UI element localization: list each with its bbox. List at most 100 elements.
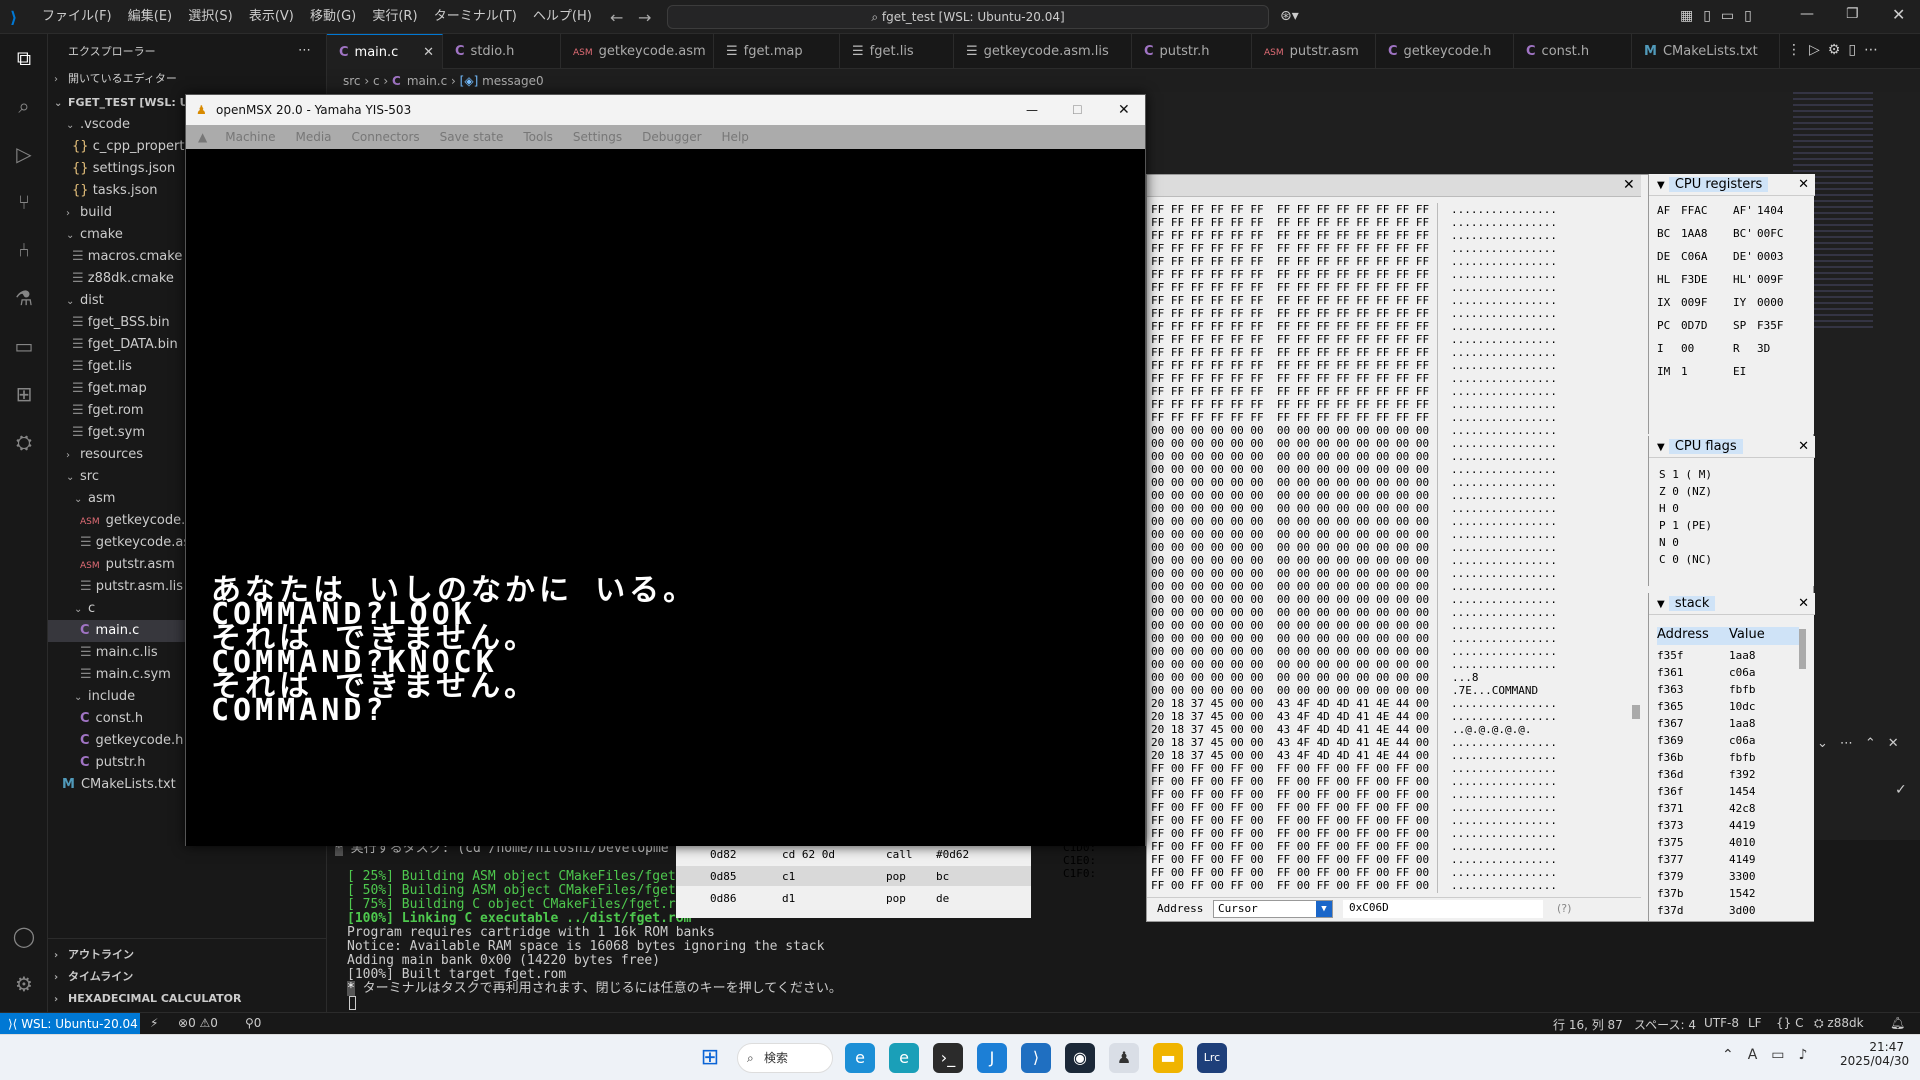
collapse-icon[interactable]: ▼ (1657, 599, 1665, 610)
msx-menu-tools[interactable]: Tools (523, 130, 553, 144)
register-value[interactable]: 1 (1681, 365, 1688, 378)
tab-stdio-h[interactable]: Cstdio.h (443, 34, 561, 69)
msx-menu-media[interactable]: Media (295, 130, 331, 144)
bell-icon[interactable]: 🔔︎ (1890, 1016, 1905, 1030)
taskbar-search[interactable]: ⌕ 検索 (737, 1043, 833, 1073)
menu-terminal[interactable]: ターミナル(T) (428, 0, 523, 34)
tree-file-settings-json[interactable]: {} settings.json (72, 158, 175, 180)
cmake-kit[interactable]: ⛭ z88dk (1814, 1016, 1864, 1031)
extensions-icon[interactable]: ⊞ (12, 382, 36, 406)
edge-icon[interactable]: e (845, 1043, 875, 1073)
settings-gear-icon[interactable]: ⚙ (12, 972, 36, 996)
tree-folder-include[interactable]: ⌄ include (74, 686, 135, 708)
tree-folder-c[interactable]: ⌄ c (74, 598, 95, 620)
steam-icon[interactable]: ◉ (1065, 1043, 1095, 1073)
close-icon[interactable]: ✕ (1798, 593, 1809, 615)
breadcrumb-src[interactable]: src (343, 74, 361, 88)
tab-close-icon[interactable]: ✕ (423, 35, 434, 69)
minimize-icon[interactable]: — (1800, 6, 1814, 22)
address-mode-select[interactable]: Cursor ▼ (1213, 900, 1333, 918)
vscode-icon[interactable]: ⟩ (1021, 1043, 1051, 1073)
editor-actions[interactable]: ⋮▷⚙▯⋯ (1787, 42, 1886, 58)
indentation[interactable]: スペース: 4 (1634, 1016, 1696, 1033)
tree-file-putstr-h[interactable]: Cputstr.h (80, 752, 146, 774)
tree-file-main-c-sym[interactable]: ☰ main.c.sym (80, 664, 171, 686)
tree-file-z88dk-cmake[interactable]: ☰ z88dk.cmake (72, 268, 174, 290)
memory-hex-view[interactable]: FF FF FF FF FF FF FF FF FF FF FF FF FF F… (1151, 203, 1429, 892)
tree-file-putstr-asm-lis[interactable]: ☰ putstr.asm.lis (80, 576, 183, 598)
file-explorer-icon[interactable]: ▬ (1153, 1043, 1183, 1073)
msx-menu-debugger[interactable]: Debugger (642, 130, 701, 144)
register-value[interactable]: 0D7D (1681, 319, 1708, 332)
tree-file-const-h[interactable]: Cconst.h (80, 708, 143, 730)
register-value[interactable]: 009F (1757, 273, 1784, 286)
tree-file-tasks-json[interactable]: {} tasks.json (72, 180, 158, 202)
tree-file-fget-sym[interactable]: ☰ fget.sym (72, 422, 145, 444)
menu-edit[interactable]: 編集(E) (122, 0, 178, 34)
run-debug-icon[interactable]: ▷ (12, 142, 36, 166)
msx-menu-help[interactable]: Help (722, 130, 749, 144)
tree-folder-resources[interactable]: › resources (66, 444, 143, 466)
menu-view[interactable]: 表示(V) (243, 0, 300, 34)
layout-controls[interactable]: ▦▯▭▯ (1680, 8, 1762, 24)
menu-help[interactable]: ヘルプ(H) (527, 0, 598, 34)
tab-getkeycode-h[interactable]: Cgetkeycode.h (1376, 34, 1514, 69)
account-icon[interactable]: ◯ (12, 924, 36, 948)
tree-file-macros-cmake[interactable]: ☰ macros.cmake (72, 246, 182, 268)
tab-main-c[interactable]: Cmain.c ✕ (327, 34, 443, 69)
menu-go[interactable]: 移動(G) (304, 0, 362, 34)
terminal-icon[interactable]: ›_ (933, 1043, 963, 1073)
remote-indicator[interactable]: ⟩⟨ WSL: Ubuntu-20.04 (0, 1013, 140, 1035)
eol[interactable]: LF (1748, 1016, 1762, 1030)
openmsx-taskbar-icon[interactable]: ♟ (1109, 1043, 1139, 1073)
disassembly-view[interactable]: 0d82 cd 62 0d call #0d62 0d85 c1 pop bc … (676, 846, 1031, 918)
tree-file-fget-lis[interactable]: ☰ fget.lis (72, 356, 132, 378)
start-icon[interactable]: ⊞ (695, 1043, 725, 1073)
lrc-icon[interactable]: Lrc (1197, 1043, 1227, 1073)
language-mode[interactable]: {} C (1776, 1016, 1803, 1030)
register-value[interactable]: F3DE (1681, 273, 1708, 286)
tree-file-fget-map[interactable]: ☰ fget.map (72, 378, 147, 400)
address-input[interactable]: 0xC06D (1343, 900, 1543, 918)
close-icon[interactable]: ✕ (1892, 5, 1905, 24)
collapse-icon[interactable]: ▼ (1657, 180, 1665, 191)
triangle-icon[interactable]: ▲ (198, 130, 207, 144)
tab-const-h[interactable]: Cconst.h (1514, 34, 1632, 69)
close-icon[interactable]: ✕ (1798, 174, 1809, 196)
source-control-icon[interactable]: ⑂ (12, 190, 36, 214)
close-icon[interactable]: ✕ (1798, 436, 1809, 458)
edge-dev-icon[interactable]: e (889, 1043, 919, 1073)
menu-run[interactable]: 実行(R) (366, 0, 423, 34)
memory-close-icon[interactable]: ✕ (1623, 177, 1635, 193)
tree-folder-src[interactable]: ⌄ src (66, 466, 99, 488)
docker-icon[interactable]: ⛭ (12, 430, 36, 454)
tab-fget-map[interactable]: ☰ fget.map (714, 34, 840, 69)
tab-cmakelists[interactable]: M CMakeLists.txt (1632, 34, 1780, 69)
ports-indicator[interactable]: ⚲0 (245, 1016, 261, 1030)
tree-folder-asm[interactable]: ⌄ asm (74, 488, 115, 510)
copilot-icon[interactable]: ⊛▾ (1280, 8, 1299, 24)
close-icon[interactable]: ✕ (1118, 95, 1130, 125)
msx-menu-connectors[interactable]: Connectors (352, 130, 420, 144)
testing-icon[interactable]: ⚗ (12, 286, 36, 310)
more-actions-icon[interactable]: ⋯ (298, 40, 311, 62)
breadcrumb-main-c[interactable]: main.c (407, 74, 447, 88)
register-value[interactable]: 3D (1757, 342, 1770, 355)
tab-putstr-asm[interactable]: ASM putstr.asm (1252, 34, 1376, 69)
menu-selection[interactable]: 選択(S) (182, 0, 238, 34)
msx-menu-settings[interactable]: Settings (573, 130, 622, 144)
collapse-icon[interactable]: ▼ (1657, 442, 1665, 453)
timeline-section[interactable]: › タイムライン (54, 966, 133, 988)
memory-scrollbar[interactable] (1632, 705, 1640, 719)
outline-section[interactable]: › アウトライン (54, 944, 134, 966)
tree-file-fget-rom[interactable]: ☰ fget.rom (72, 400, 144, 422)
tab-getkeycode-asm-lis[interactable]: ☰ getkeycode.asm.lis (954, 34, 1132, 69)
tree-file-main-c-lis[interactable]: ☰ main.c.lis (80, 642, 158, 664)
register-value[interactable]: 0000 (1757, 296, 1784, 309)
maximize-icon[interactable]: ☐ (1072, 95, 1083, 125)
register-value[interactable]: 0003 (1757, 250, 1784, 263)
hex-calculator-section[interactable]: › HEXADECIMAL CALCULATOR (54, 988, 241, 1010)
register-value[interactable]: 1404 (1757, 204, 1784, 217)
system-tray-icons[interactable]: ⌃A▭♪ (1722, 1047, 1821, 1063)
tree-folder-vscode[interactable]: ⌄ .vscode (66, 114, 130, 136)
